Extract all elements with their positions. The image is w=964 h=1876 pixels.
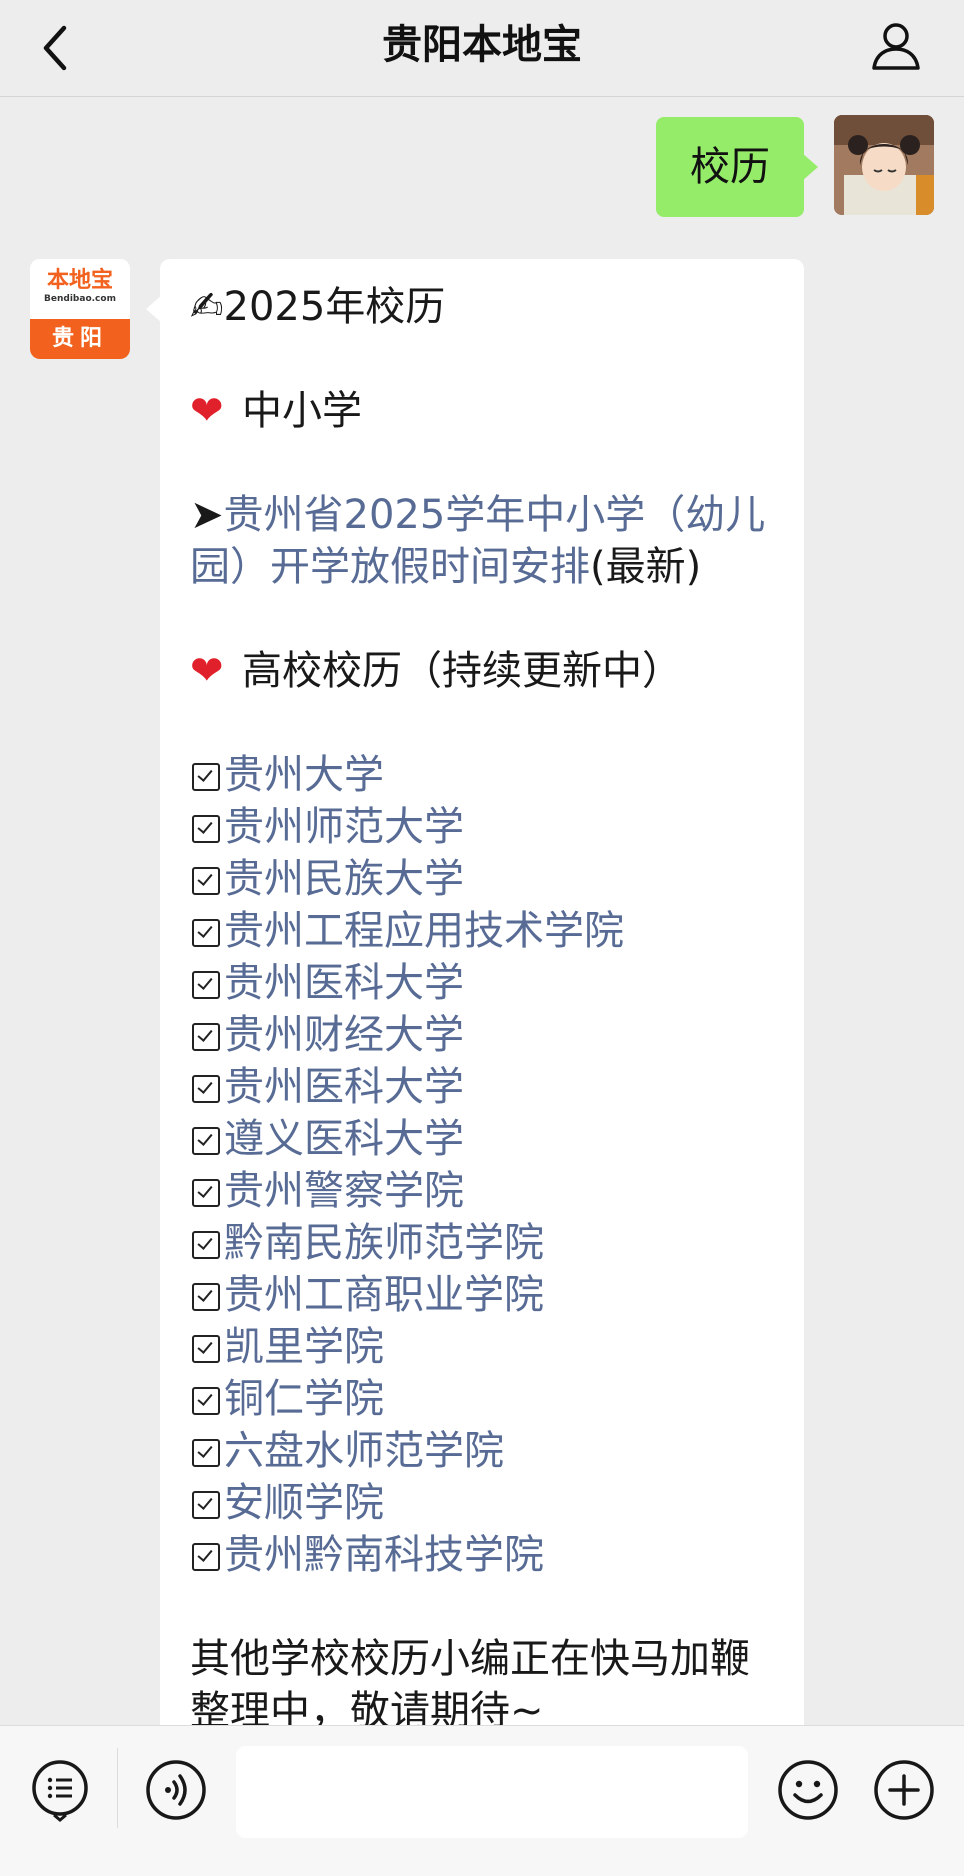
checkbox-icon <box>192 1023 220 1051</box>
logo-text: 本地宝 <box>46 268 113 293</box>
college-link[interactable]: 安顺学院 <box>224 1480 384 1526</box>
bendibao-logo: 本地宝 Bendibao.com <box>30 259 130 319</box>
college-link[interactable]: 贵州大学 <box>224 752 384 798</box>
college-link[interactable]: 贵州工商职业学院 <box>224 1272 544 1318</box>
college-list-item: 贵州大学 <box>190 749 774 801</box>
user-icon[interactable] <box>868 18 924 74</box>
page-title: 贵阳本地宝 <box>382 22 582 68</box>
self-message-bubble[interactable]: 校历 <box>656 117 818 217</box>
college-link[interactable]: 贵州黔南科技学院 <box>224 1532 544 1578</box>
checkbox-icon <box>192 763 220 791</box>
message-input[interactable] <box>236 1746 748 1838</box>
college-link[interactable]: 贵州工程应用技术学院 <box>224 908 624 954</box>
plus-icon[interactable] <box>872 1758 936 1822</box>
college-list-item: 铜仁学院 <box>190 1373 774 1425</box>
checkbox-icon <box>192 815 220 843</box>
college-link[interactable]: 六盘水师范学院 <box>224 1428 504 1474</box>
college-list-item: 贵州警察学院 <box>190 1165 774 1217</box>
top-nav-bar: 贵阳本地宝 <box>0 0 964 97</box>
bar-divider <box>117 1748 118 1828</box>
college-link[interactable]: 凯里学院 <box>224 1324 384 1370</box>
college-list-item: 凯里学院 <box>190 1321 774 1373</box>
college-list-item: 贵州工商职业学院 <box>190 1269 774 1321</box>
checkbox-icon <box>192 1387 220 1415</box>
checkbox-icon <box>192 1075 220 1103</box>
checkbox-icon <box>192 971 220 999</box>
college-list-item: 贵州师范大学 <box>190 801 774 853</box>
college-link[interactable]: 贵州警察学院 <box>224 1168 464 1214</box>
arrow-icon: ➤ <box>190 492 224 538</box>
college-list-item: 贵州民族大学 <box>190 853 774 905</box>
college-link[interactable]: 遵义医科大学 <box>224 1116 464 1162</box>
college-list-item: 遵义医科大学 <box>190 1113 774 1165</box>
input-bar <box>0 1725 964 1876</box>
section-k12-label: 中小学 <box>242 388 362 434</box>
footer-note: 其他学校校历小编正在快马加鞭整理中，敬请期待~ <box>190 1636 750 1727</box>
heart-icon: ❤ <box>190 388 224 434</box>
college-link[interactable]: 铜仁学院 <box>224 1376 384 1422</box>
college-link[interactable]: 贵州财经大学 <box>224 1012 464 1058</box>
avatar-city-label: 贵阳 <box>30 319 130 359</box>
self-avatar[interactable] <box>834 115 934 215</box>
college-list-item: 贵州黔南科技学院 <box>190 1529 774 1581</box>
college-list-item: 黔南民族师范学院 <box>190 1217 774 1269</box>
college-list-item: 安顺学院 <box>190 1477 774 1529</box>
voice-icon[interactable] <box>144 1758 208 1822</box>
message-title: ✍2025年校历 <box>190 284 446 330</box>
checkbox-icon <box>192 1283 220 1311</box>
checkbox-icon <box>192 1543 220 1571</box>
college-link[interactable]: 贵州民族大学 <box>224 856 464 902</box>
college-list-item: 贵州医科大学 <box>190 957 774 1009</box>
k12-link-line: ➤贵州省2025学年中小学（幼儿园）开学放假时间安排(最新) <box>190 489 774 593</box>
anime-girl-avatar-image <box>834 115 934 215</box>
section-college-label: 高校校历（持续更新中） <box>242 648 682 694</box>
college-link[interactable]: 黔南民族师范学院 <box>224 1220 544 1266</box>
checkbox-icon <box>192 1335 220 1363</box>
college-list-item: 贵州工程应用技术学院 <box>190 905 774 957</box>
checkbox-icon <box>192 919 220 947</box>
logo-subtext: Bendibao.com <box>44 294 116 304</box>
college-list: 贵州大学 贵州师范大学 贵州民族大学 贵州工程应用技术学院 贵州医科大学 贵州财经大学 贵州… <box>190 749 774 1581</box>
checkbox-icon <box>192 867 220 895</box>
menu-list-icon[interactable] <box>28 1758 92 1822</box>
college-link[interactable]: 贵州师范大学 <box>224 804 464 850</box>
college-link[interactable]: 贵州医科大学 <box>224 1064 464 1110</box>
emoji-icon[interactable] <box>776 1758 840 1822</box>
college-list-item: 贵州财经大学 <box>190 1009 774 1061</box>
section-college-heading: ❤ 高校校历（持续更新中） <box>190 645 774 697</box>
checkbox-icon <box>192 1491 220 1519</box>
bot-message-bubble: ✍2025年校历 ❤ 中小学 ➤贵州省2025学年中小学（幼儿园）开学放假时间安排… <box>146 259 804 1727</box>
bendibao-avatar[interactable]: 本地宝 Bendibao.com 贵阳 <box>30 259 130 359</box>
heart-icon: ❤ <box>190 648 224 694</box>
checkbox-icon <box>192 1439 220 1467</box>
checkbox-icon <box>192 1179 220 1207</box>
section-k12-heading: ❤ 中小学 <box>190 385 774 437</box>
checkbox-icon <box>192 1127 220 1155</box>
checkbox-icon <box>192 1231 220 1259</box>
chat-area[interactable]: 校历 本地宝 Bendibao.com 贵阳 ✍2025年校历 ❤ 中小学 ➤贵… <box>0 97 964 1727</box>
college-list-item: 贵州医科大学 <box>190 1061 774 1113</box>
k12-link-suffix: (最新) <box>590 544 702 590</box>
college-list-item: 六盘水师范学院 <box>190 1425 774 1477</box>
college-link[interactable]: 贵州医科大学 <box>224 960 464 1006</box>
